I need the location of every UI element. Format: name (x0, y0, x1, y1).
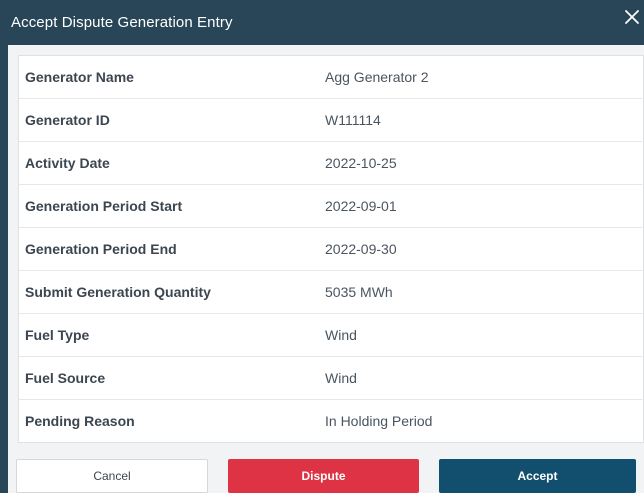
details-value: In Holding Period (325, 413, 433, 429)
details-value: 2022-09-01 (325, 198, 397, 214)
details-value: 2022-09-30 (325, 241, 397, 257)
dialog-title: Accept Dispute Generation Entry (11, 14, 233, 31)
close-icon[interactable] (621, 6, 643, 28)
details-value: W111114 (325, 112, 381, 128)
dialog-body: Generator Name Agg Generator 2 Generator… (8, 45, 644, 448)
details-value: 5035 MWh (325, 284, 393, 300)
details-value: Wind (325, 327, 357, 343)
details-label: Generator Name (25, 69, 134, 85)
details-value: 2022-10-25 (325, 155, 397, 171)
details-row-activity-date: Activity Date 2022-10-25 (19, 142, 644, 185)
details-value: Agg Generator 2 (325, 69, 429, 85)
cancel-button[interactable]: Cancel (16, 459, 208, 493)
dialog-footer: Cancel Dispute Accept (8, 448, 644, 493)
details-label: Submit Generation Quantity (25, 284, 211, 300)
dispute-button[interactable]: Dispute (228, 459, 419, 493)
details-row-generation-period-end: Generation Period End 2022-09-30 (19, 228, 644, 271)
details-row-generator-name: Generator Name Agg Generator 2 (19, 56, 644, 99)
details-label: Generation Period End (25, 241, 177, 257)
details-label: Generation Period Start (25, 198, 183, 214)
details-label: Fuel Source (25, 370, 106, 386)
details-label: Fuel Type (25, 327, 90, 343)
dialog-left-border (0, 45, 8, 493)
accept-dispute-dialog: Accept Dispute Generation Entry Generato… (0, 0, 644, 493)
details-label: Pending Reason (25, 413, 135, 429)
details-table: Generator Name Agg Generator 2 Generator… (18, 55, 644, 443)
details-value: Wind (325, 370, 357, 386)
details-row-submit-generation-quantity: Submit Generation Quantity 5035 MWh (19, 271, 644, 314)
details-row-pending-reason: Pending Reason In Holding Period (19, 400, 644, 443)
details-row-generator-id: Generator ID W111114 (19, 99, 644, 142)
details-label: Activity Date (25, 155, 110, 171)
dialog-header: Accept Dispute Generation Entry (0, 0, 644, 45)
details-row-fuel-source: Fuel Source Wind (19, 357, 644, 400)
accept-button[interactable]: Accept (439, 459, 636, 493)
details-row-fuel-type: Fuel Type Wind (19, 314, 644, 357)
details-label: Generator ID (25, 112, 110, 128)
details-row-generation-period-start: Generation Period Start 2022-09-01 (19, 185, 644, 228)
